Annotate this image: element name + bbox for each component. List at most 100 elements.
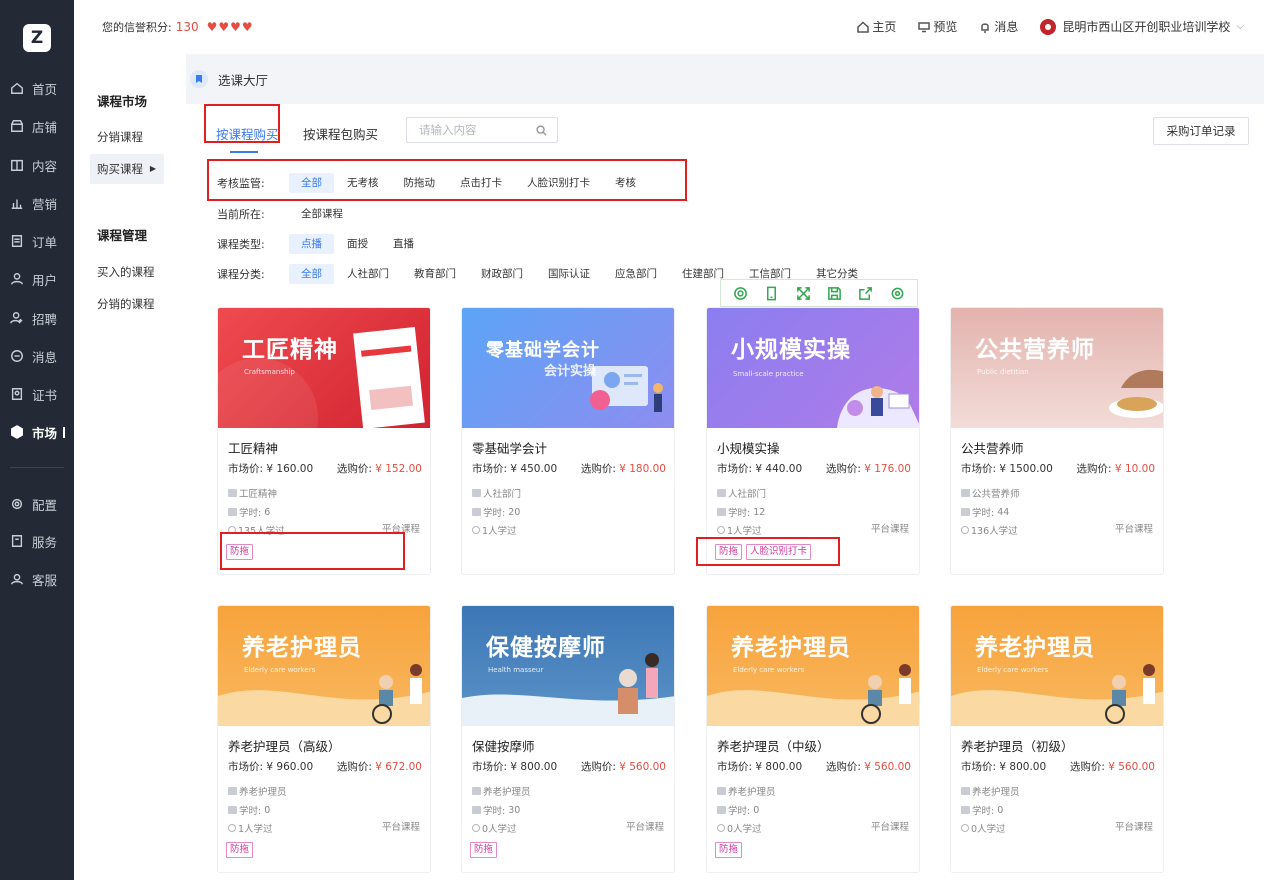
heart-icon: ♥ [218,20,230,34]
category-icon [717,787,726,795]
expand-icon[interactable] [796,286,811,301]
menu-item-bought-courses[interactable]: 买入的课程 [97,264,155,280]
filter-option[interactable]: 面授 [335,234,380,254]
clock-icon [228,806,237,814]
school-switcher[interactable]: 昆明市西山区开创职业培训学校 ⌵ [1040,18,1244,35]
recruit-icon [10,312,23,324]
course-card[interactable]: 养老护理员 Elderly care workers 养老护理员（初级） 市场价… [950,605,1164,873]
heart-icon: ♥ [230,20,241,34]
preview-link[interactable]: 预览 [918,18,957,35]
course-card[interactable]: 工匠精神 Craftsmanship 工匠精神 市场价: ¥ 160.00 选购… [217,307,431,575]
course-card[interactable]: 保健按摩师 Health masseur 保健按摩师 市场价: ¥ 800.00… [461,605,675,873]
save-icon[interactable] [827,286,842,301]
purchase-order-records-button[interactable]: 采购订单记录 [1153,117,1249,145]
page-title: 选课大厅 [218,72,269,88]
person-icon [228,824,236,832]
filter-option[interactable]: 考核 [603,173,648,193]
filter-option[interactable]: 国际认证 [536,264,602,284]
menu-item-buy-courses[interactable]: 购买课程 ▶ [90,154,164,184]
clock-icon [228,508,237,516]
sidebar-item-users[interactable]: 用户 [0,265,74,293]
person-icon [228,526,236,534]
sidebar-item-home[interactable]: 首页 [0,74,74,102]
filter-option[interactable]: 点击打卡 [448,173,514,193]
course-card[interactable]: 公共营养师 Public dietitian 公共营养师 市场价: ¥ 1500… [950,307,1164,575]
course-category: 养老护理员 [228,784,287,798]
clock-icon [472,806,481,814]
sidebar-item-orders[interactable]: 订单 [0,227,74,255]
tab-by-course[interactable]: 按课程购买 [216,124,279,143]
course-name: 养老护理员（中级） [717,739,830,754]
top-header: 您的信誉积分: 130 ♥ ♥ ♥ ♥ 主页 预览 消息 昆明市西山区开创职业培… [74,0,1264,54]
category-icon [961,489,970,497]
person-icon [961,824,969,832]
heart-icon: ♥ [206,20,218,34]
filter-option[interactable]: 无考核 [335,173,391,193]
platform-label: 平台课程 [1114,524,1153,535]
sidebar-item-marketing[interactable]: 营销 [0,189,74,217]
user-icon [11,273,23,285]
course-prices: 市场价: ¥ 440.00 选购价: ¥ 176.00 [717,463,911,475]
course-prices: 市场价: ¥ 800.00 选购价: ¥ 560.00 [961,761,1155,773]
course-prices: 市场价: ¥ 450.00 选购价: ¥ 180.00 [472,463,666,475]
course-category: 工匠精神 [228,486,277,500]
settings-icon[interactable] [890,286,905,301]
course-prices: 市场价: ¥ 1500.00 选购价: ¥ 10.00 [961,463,1155,475]
share-icon[interactable] [858,286,873,301]
sidebar-item-messages[interactable]: 消息 [0,342,74,370]
platform-label: 平台课程 [381,524,420,535]
sidebar-item-service[interactable]: 服务 [0,527,74,555]
course-hours: 学时: 0 [717,803,759,817]
menu-item-distributed-courses[interactable]: 分销的课程 [97,296,155,312]
credit-score-value: 130 [175,20,199,34]
course-card[interactable]: 养老护理员 Elderly care workers 养老护理员（高级） 市场价… [217,605,431,873]
filter-option[interactable]: 点播 [289,234,334,254]
course-tags: 防拖 [715,842,746,858]
course-learners: 135人学过 [228,523,285,537]
course-card[interactable]: 零基础学会计 会计实操 零基础学会计 市场价: ¥ 450.00 选购价: ¥ … [461,307,675,575]
market-icon [11,425,23,439]
search-box[interactable] [406,117,558,143]
course-category: 养老护理员 [717,784,776,798]
phone-icon[interactable] [764,286,779,301]
filter-option[interactable]: 人社部门 [335,264,401,284]
filter-option[interactable]: 应急部门 [603,264,669,284]
filter-option[interactable]: 教育部门 [402,264,468,284]
message-link[interactable]: 消息 [979,18,1018,35]
main-sidebar: Z 首页 店铺 内容 营销 订单 用户 招聘 消息 证书 市场 配置 服务 客服 [0,0,74,880]
home-link[interactable]: 主页 [857,18,896,35]
search-icon[interactable] [536,125,547,136]
course-cover: 养老护理员 Elderly care workers [951,606,1163,726]
sidebar-item-config[interactable]: 配置 [0,490,74,518]
capture-icon[interactable] [733,286,748,301]
service-icon [11,535,23,547]
sidebar-item-support[interactable]: 客服 [0,565,74,593]
sidebar-item-market[interactable]: 市场 [0,418,74,446]
filter-option[interactable]: 防拖动 [392,173,448,193]
search-input[interactable] [419,123,529,137]
sidebar-item-certificates[interactable]: 证书 [0,380,74,408]
menu-item-distribute-courses[interactable]: 分销课程 [97,129,143,145]
person-icon [472,526,480,534]
course-hours: 学时: 44 [961,505,1009,519]
sidebar-item-store[interactable]: 店铺 [0,112,74,140]
course-prices: 市场价: ¥ 160.00 选购价: ¥ 152.00 [228,463,422,475]
course-tags: 防拖 人脸识别打卡 [715,544,815,560]
header-actions: 主页 预览 消息 昆明市西山区开创职业培训学校 ⌵ [835,18,1244,35]
filter-option[interactable]: 财政部门 [469,264,535,284]
active-tab-underline [230,151,258,153]
app-logo[interactable]: Z [23,24,51,52]
filter-option[interactable]: 直播 [381,234,426,254]
course-card[interactable]: 养老护理员 Elderly care workers 养老护理员（中级） 市场价… [706,605,920,873]
secondary-menu: 课程市场 分销课程 购买课程 ▶ 课程管理 买入的课程 分销的课程 [74,54,186,880]
sidebar-item-content[interactable]: 内容 [0,151,74,179]
filter-option[interactable]: 全部 [289,173,334,193]
filter-option[interactable]: 全部 [289,264,334,284]
course-name: 养老护理员（初级） [961,739,1074,754]
menu-group-course-market: 课程市场 [97,94,148,109]
tab-by-package[interactable]: 按课程包购买 [303,124,378,143]
course-card[interactable]: 小规模实操 Small-scale practice 小规模实操 市场价: ¥ … [706,307,920,575]
sidebar-item-recruit[interactable]: 招聘 [0,304,74,332]
filter-option[interactable]: 人脸识别打卡 [515,173,602,193]
person-icon [472,824,480,832]
